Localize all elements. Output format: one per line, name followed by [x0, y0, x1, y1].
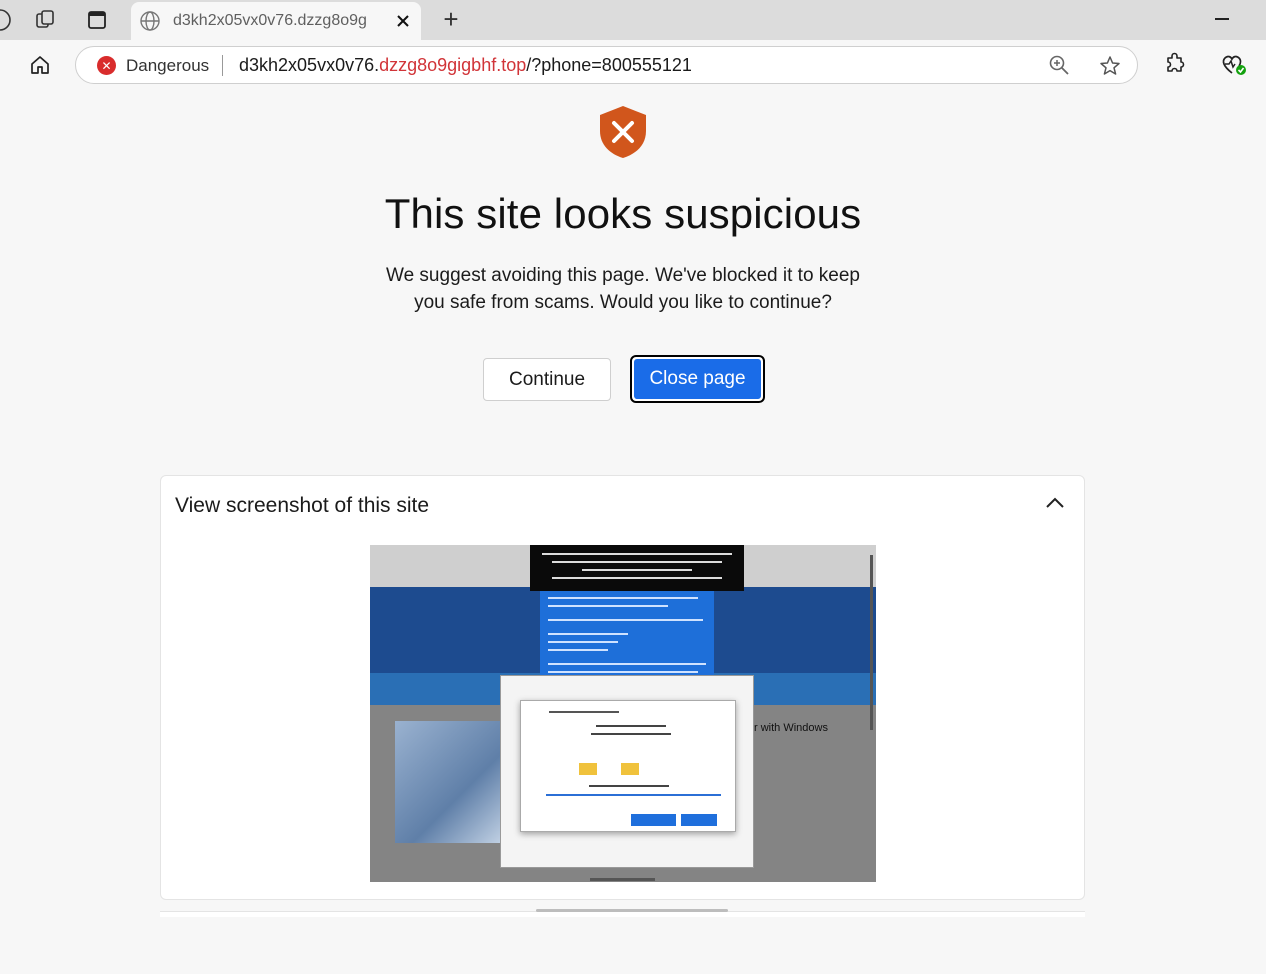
- shot-scrollbar: [870, 555, 873, 730]
- shot-product-image: [395, 721, 505, 843]
- shot-bottom-bar: [590, 878, 655, 881]
- tab-title: d3kh2x05vx0v76.dzzg8o9g: [173, 12, 367, 29]
- url-text[interactable]: d3kh2x05vx0v76.dzzg8o9gigbhf.top/?phone=…: [239, 55, 692, 76]
- workspaces-icon: [36, 10, 54, 28]
- tab-strip: d3kh2x05vx0v76.dzzg8o9g +: [0, 0, 1266, 40]
- extensions-icon[interactable]: [1163, 52, 1187, 76]
- screenshot-panel: View screenshot of this site r with Wind…: [160, 475, 1085, 900]
- vertical-tabs-button[interactable]: [83, 6, 111, 34]
- url-suffix: /?phone=800555121: [526, 55, 692, 75]
- close-page-button[interactable]: Close page: [630, 355, 765, 403]
- url-prefix: d3kh2x05vx0v76.: [239, 55, 380, 75]
- tab-close-button[interactable]: [391, 9, 415, 33]
- favorite-star-icon[interactable]: [1098, 54, 1122, 78]
- close-icon: [397, 15, 409, 27]
- screenshot-panel-title: View screenshot of this site: [175, 494, 430, 517]
- browser-essentials-icon[interactable]: [1220, 52, 1248, 78]
- continue-button[interactable]: Continue: [483, 358, 611, 401]
- tab-actions-icon: [88, 11, 106, 29]
- chevron-up-icon[interactable]: [1044, 494, 1066, 510]
- address-bar[interactable]: ✕ Dangerous d3kh2x05vx0v76.dzzg8o9gigbhf…: [75, 46, 1138, 84]
- shot-black-alert: [530, 545, 744, 591]
- shield-warning-icon: [600, 106, 646, 158]
- home-icon: [31, 56, 49, 74]
- site-screenshot-image: r with Windows: [370, 545, 876, 882]
- globe-icon: [140, 11, 160, 31]
- profile-icon: [0, 9, 11, 31]
- security-label[interactable]: Dangerous: [126, 56, 209, 76]
- horizontal-scrollbar[interactable]: [536, 909, 728, 912]
- shot-text: r with Windows: [754, 722, 828, 734]
- page-subtitle: We suggest avoiding this page. We've blo…: [386, 265, 860, 313]
- page-title: This site looks suspicious: [384, 190, 862, 237]
- profile-button[interactable]: [0, 6, 16, 34]
- toolbar: ✕ Dangerous d3kh2x05vx0v76.dzzg8o9gigbhf…: [0, 40, 1266, 90]
- url-divider: [222, 55, 223, 76]
- zoom-in-icon[interactable]: [1048, 54, 1070, 76]
- home-button[interactable]: [27, 52, 53, 78]
- workspaces-button[interactable]: [32, 6, 60, 34]
- shot-dialog: [520, 700, 736, 832]
- minimize-button[interactable]: [1215, 18, 1229, 20]
- url-domain: dzzg8o9gigbhf.top: [379, 55, 527, 75]
- danger-icon[interactable]: ✕: [97, 56, 116, 75]
- close-page-label: Close page: [634, 359, 761, 399]
- new-tab-button[interactable]: +: [436, 5, 466, 35]
- active-tab[interactable]: d3kh2x05vx0v76.dzzg8o9g: [131, 2, 421, 40]
